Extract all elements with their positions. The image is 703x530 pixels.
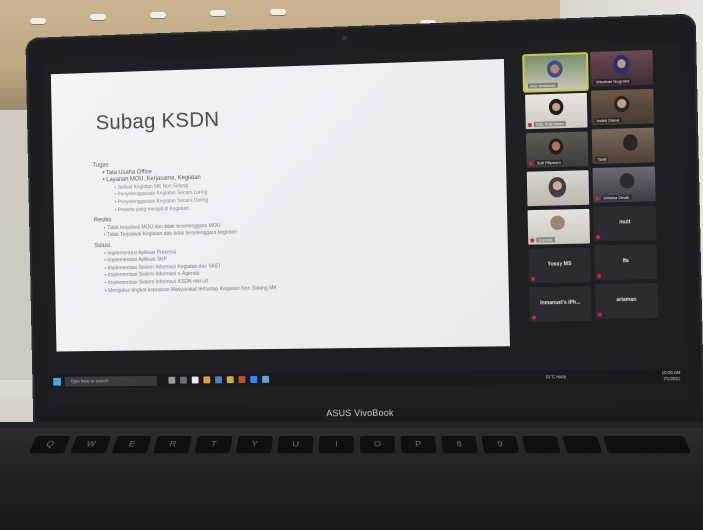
keyboard-key: Y — [236, 435, 273, 454]
keyboard-key: 9 — [481, 435, 519, 454]
participant-name: ariaman — [595, 296, 658, 303]
participant-name: Damiati — [536, 237, 554, 242]
webcam — [342, 35, 347, 40]
task-view-icon[interactable] — [168, 377, 175, 384]
mic-muted-icon — [532, 316, 536, 320]
participant-tile[interactable]: mutt — [593, 205, 656, 241]
slide-title: Subag KSDN — [96, 108, 220, 135]
participant-name: Ardi Setiawan — [528, 83, 558, 89]
participant-name: Tanti — [595, 156, 608, 161]
participant-name: mutt — [594, 219, 656, 226]
participant-tile[interactable]: Ifa — [594, 244, 657, 280]
peg — [210, 10, 226, 16]
keyboard-key: W — [70, 435, 112, 454]
presentation-slide: Subag KSDN Tugas Tata Usaha Office Layan… — [51, 59, 510, 352]
keyboard-key — [521, 435, 560, 454]
laptop-brand-label: ASUS VivoBook — [33, 406, 703, 420]
app-icon[interactable] — [192, 377, 199, 384]
app-icon[interactable] — [180, 377, 187, 384]
participant-name: Yossy MS — [529, 261, 591, 268]
mic-muted-icon — [598, 313, 602, 317]
participant-name: Indah Diana — [595, 117, 622, 123]
photo-scene: Subag KSDN Tugas Tata Usaha Office Layan… — [0, 0, 703, 530]
participant-tile[interactable]: Indah Diana — [591, 89, 654, 126]
participant-name: Inmanuel's iPh... — [529, 299, 591, 306]
participant-tile[interactable]: ariaman — [595, 283, 658, 319]
keyboard-key: I — [319, 435, 354, 454]
peg — [150, 12, 166, 18]
weather-widget[interactable]: 31°C Hazy — [545, 374, 566, 379]
edge-icon[interactable] — [215, 376, 222, 383]
powerpoint-icon[interactable] — [238, 376, 245, 383]
system-clock[interactable]: 10:00 AM 7/1/2021 — [662, 370, 681, 382]
keyboard-key: Q — [29, 435, 72, 454]
zoom-icon[interactable] — [250, 376, 257, 383]
app-icon[interactable] — [227, 376, 234, 383]
windows-start-icon[interactable] — [53, 378, 61, 386]
peg — [270, 9, 286, 15]
keyboard-key: U — [277, 435, 313, 454]
keyboard-key — [562, 435, 602, 454]
keyboard-key: T — [194, 435, 233, 454]
taskbar-search-input[interactable]: Type here to search — [65, 376, 157, 387]
participant-tile[interactable]: Ardi Setiawan — [524, 54, 586, 91]
participant-tile[interactable]: Damiati — [528, 209, 590, 245]
participant-tile[interactable]: Windhari Nugraha — [590, 50, 653, 87]
participant-tile[interactable]: Inmanuel's iPh... — [529, 286, 591, 321]
participant-name: SDL Putri Amin — [534, 121, 566, 127]
participant-name: Dilfaisa Dinah — [601, 195, 631, 201]
clock-date: 7/1/2021 — [662, 376, 681, 382]
participant-tile[interactable]: Yossy MS — [528, 248, 590, 284]
mic-muted-icon — [530, 238, 534, 242]
mic-muted-icon — [529, 161, 533, 165]
participant-tile[interactable]: Dilfaisa Dinah — [593, 166, 656, 202]
mic-muted-icon — [596, 235, 600, 239]
keyboard-key — [602, 435, 691, 454]
participant-tile[interactable] — [527, 170, 589, 206]
participant-name: Ifa — [594, 258, 657, 265]
participant-gallery: Ardi Setiawan Windhari Nugraha SDL Putri… — [512, 49, 680, 348]
slide-body: Tugas Tata Usaha Office Layanan MOU, Ker… — [93, 152, 491, 295]
peg — [90, 14, 106, 20]
file-explorer-icon[interactable] — [203, 376, 210, 383]
laptop-keyboard: Q W E R T Y U I O P 8 9 — [0, 428, 703, 530]
keyboard-key: E — [111, 435, 152, 454]
peg — [30, 18, 46, 24]
participant-tile[interactable]: SDL Putri Amin — [525, 93, 587, 129]
participant-tile[interactable]: Tanti — [592, 128, 655, 164]
participant-name: Sufi Pilipsoro — [535, 160, 563, 166]
laptop-lid: Subag KSDN Tugas Tata Usaha Office Layan… — [25, 14, 703, 430]
participant-tile[interactable]: Sufi Pilipsoro — [526, 132, 588, 168]
keyboard-key: 8 — [441, 435, 478, 454]
keyboard-key: R — [153, 435, 193, 454]
mic-muted-icon — [597, 274, 601, 278]
windows-taskbar: Type here to search 31°C Hazy 10:00 AM 7… — [49, 369, 686, 389]
keyboard-key: P — [400, 435, 436, 454]
laptop-screen: Subag KSDN Tugas Tata Usaha Office Layan… — [43, 43, 687, 404]
app-icon[interactable] — [262, 376, 269, 383]
mic-muted-icon — [595, 196, 599, 200]
mic-muted-icon — [531, 277, 535, 281]
keyboard-key: O — [360, 435, 395, 454]
